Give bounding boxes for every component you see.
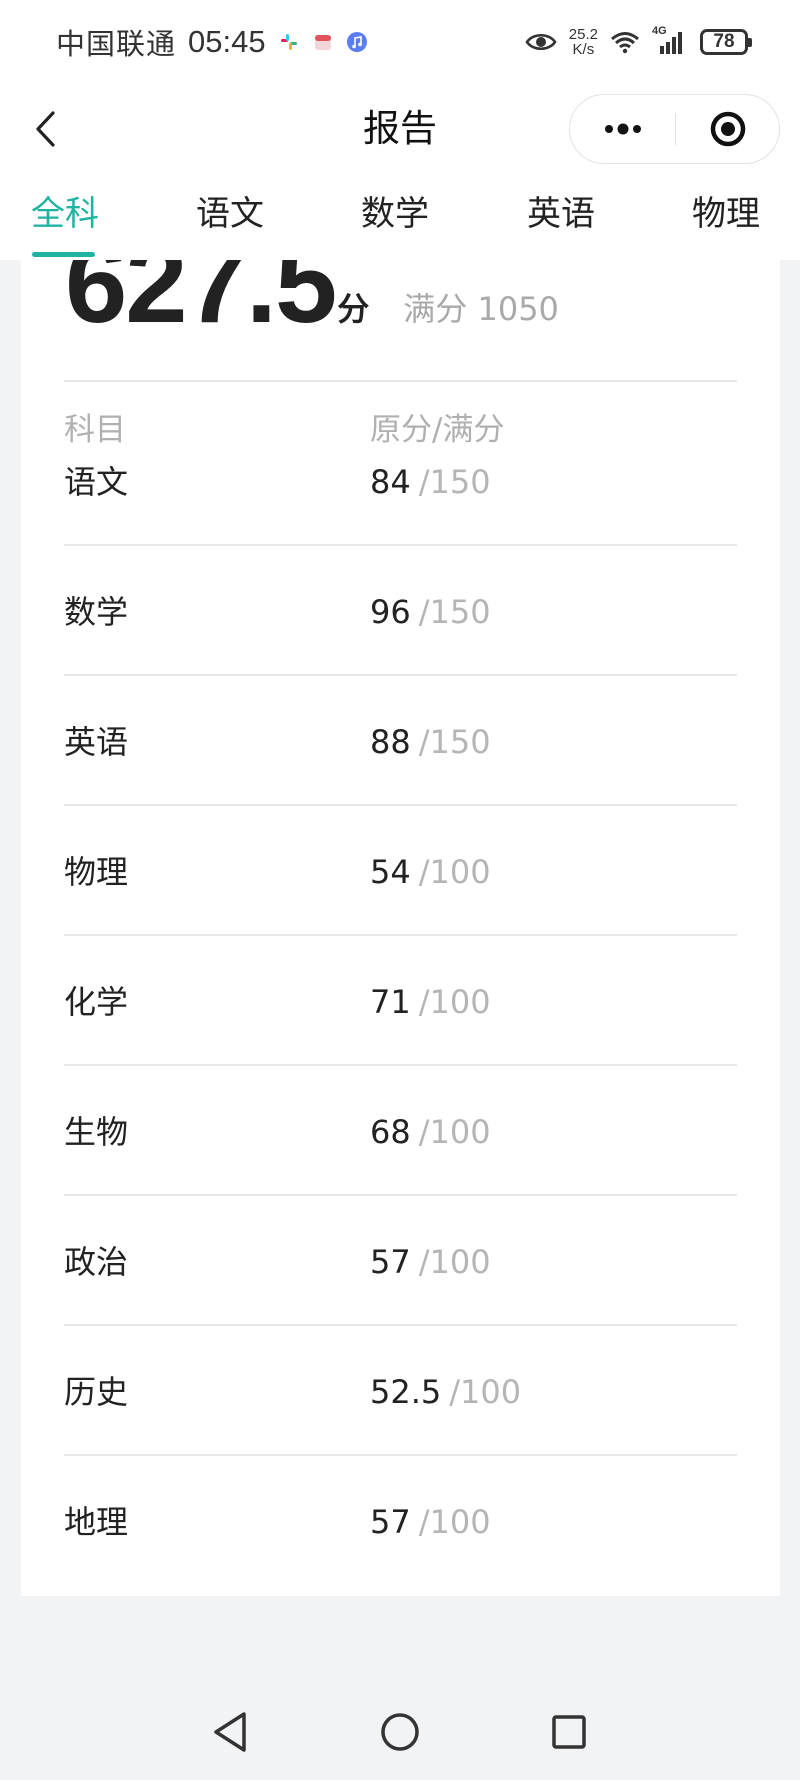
max-score: /150 bbox=[418, 463, 491, 501]
circle-home-icon bbox=[381, 1713, 419, 1751]
header-subject: 科目 bbox=[64, 412, 126, 448]
subject-name: 数学 bbox=[64, 593, 129, 631]
wifi-icon bbox=[611, 32, 639, 54]
score-unit: 分 bbox=[337, 290, 370, 328]
cellular-signal: 4G bbox=[652, 25, 688, 55]
subject-name: 地理 bbox=[64, 1503, 129, 1541]
max-score: /100 bbox=[449, 1373, 522, 1411]
max-score: /100 bbox=[418, 853, 491, 891]
subject-score: 71/100 bbox=[370, 980, 491, 1024]
subject-name: 物理 bbox=[64, 853, 129, 891]
table-row: 物理 54/100 bbox=[64, 806, 737, 936]
table-row: 语文 84/150 bbox=[64, 450, 737, 546]
raw-score: 71 bbox=[370, 983, 411, 1021]
calendar-icon bbox=[314, 35, 331, 50]
tab-chinese[interactable]: 语文 bbox=[196, 192, 264, 236]
subject-name: 历史 bbox=[64, 1373, 129, 1411]
battery-indicator: 78 bbox=[700, 29, 752, 55]
raw-score: 52.5 bbox=[370, 1373, 442, 1411]
max-score: /150 bbox=[418, 723, 491, 761]
total-score: 627.5 bbox=[65, 260, 337, 346]
subject-name: 生物 bbox=[64, 1113, 129, 1151]
header-score: 原分/满分 bbox=[370, 412, 505, 448]
max-score: /100 bbox=[418, 983, 491, 1021]
active-tab-indicator bbox=[32, 252, 95, 257]
tab-math[interactable]: 数学 bbox=[361, 192, 429, 236]
subject-name: 英语 bbox=[64, 723, 129, 761]
subject-name: 语文 bbox=[64, 463, 129, 501]
target-icon bbox=[710, 111, 746, 147]
subject-score: 54/100 bbox=[370, 850, 491, 894]
tab-english[interactable]: 英语 bbox=[527, 192, 595, 236]
nav-recents-button[interactable] bbox=[539, 1702, 599, 1762]
net-speed: 25.2 K/s bbox=[569, 27, 598, 57]
table-row: 历史 52.5/100 bbox=[64, 1326, 737, 1456]
music-icon bbox=[346, 32, 367, 52]
table-row: 英语 88/150 bbox=[64, 676, 737, 806]
subject-score: 96/150 bbox=[370, 590, 491, 634]
subject-score: 88/150 bbox=[370, 720, 491, 764]
slack-icon bbox=[280, 34, 297, 50]
title-bar: 报告 bbox=[0, 84, 800, 174]
max-score: /150 bbox=[418, 593, 491, 631]
tab-physics[interactable]: 物理 bbox=[692, 192, 760, 236]
system-nav-bar bbox=[0, 1684, 800, 1780]
raw-score: 57 bbox=[370, 1503, 411, 1541]
more-dots-icon bbox=[604, 123, 641, 135]
subject-score: 52.5/100 bbox=[370, 1370, 521, 1414]
raw-score: 84 bbox=[370, 463, 411, 501]
subject-score: 57/100 bbox=[370, 1500, 491, 1544]
subject-name: 化学 bbox=[64, 983, 129, 1021]
nav-back-button[interactable] bbox=[200, 1702, 260, 1762]
max-score: /100 bbox=[418, 1243, 491, 1281]
status-right: 25.2 K/s 4G 78 bbox=[525, 22, 752, 62]
table-row: 化学 71/100 bbox=[64, 936, 737, 1066]
subject-score: 57/100 bbox=[370, 1240, 491, 1284]
eye-icon bbox=[525, 33, 557, 51]
triangle-back-icon bbox=[214, 1712, 246, 1752]
subject-name: 政治 bbox=[64, 1243, 129, 1281]
carrier-name: 中国联通 bbox=[56, 27, 177, 61]
divider bbox=[64, 380, 737, 382]
mini-program-capsule bbox=[569, 94, 780, 164]
tab-all[interactable]: 全科 bbox=[31, 192, 99, 236]
net-speed-value: 25.2 bbox=[568, 26, 598, 43]
total-score-row: 627.5 分 满分 1050 bbox=[65, 260, 559, 340]
clock: 05:45 bbox=[188, 24, 266, 59]
full-score-label: 满分 1050 bbox=[403, 290, 559, 328]
max-score: /100 bbox=[418, 1503, 491, 1541]
close-button[interactable] bbox=[676, 95, 780, 163]
table-row: 地理 57/100 bbox=[64, 1456, 737, 1586]
raw-score: 54 bbox=[370, 853, 411, 891]
nav-home-button[interactable] bbox=[370, 1702, 430, 1762]
raw-score: 88 bbox=[370, 723, 411, 761]
score-card: 627.5 分 满分 1050 科目 原分/满分 语文 84/150 数学 96… bbox=[21, 260, 780, 1596]
network-type: 4G bbox=[652, 25, 667, 37]
status-bar: 中国联通 05:45 25.2 K/s 4G 78 bbox=[0, 0, 800, 84]
subject-tabs: 全科 语文 数学 英语 物理 bbox=[0, 174, 800, 260]
table-row: 数学 96/150 bbox=[64, 546, 737, 676]
status-left: 中国联通 05:45 bbox=[56, 20, 368, 64]
max-score: /100 bbox=[418, 1113, 491, 1151]
table-header: 科目 原分/满分 bbox=[64, 408, 737, 452]
subject-score: 68/100 bbox=[370, 1110, 491, 1154]
subject-score: 84/150 bbox=[370, 460, 491, 504]
raw-score: 96 bbox=[370, 593, 411, 631]
table-row: 政治 57/100 bbox=[64, 1196, 737, 1326]
table-row: 生物 68/100 bbox=[64, 1066, 737, 1196]
square-recents-icon bbox=[552, 1715, 586, 1749]
raw-score: 57 bbox=[370, 1243, 411, 1281]
score-table: 语文 84/150 数学 96/150 英语 88/150 物理 54/100 … bbox=[64, 450, 737, 1586]
raw-score: 68 bbox=[370, 1113, 411, 1151]
more-button[interactable] bbox=[570, 95, 675, 163]
net-speed-unit: K/s bbox=[572, 41, 595, 58]
